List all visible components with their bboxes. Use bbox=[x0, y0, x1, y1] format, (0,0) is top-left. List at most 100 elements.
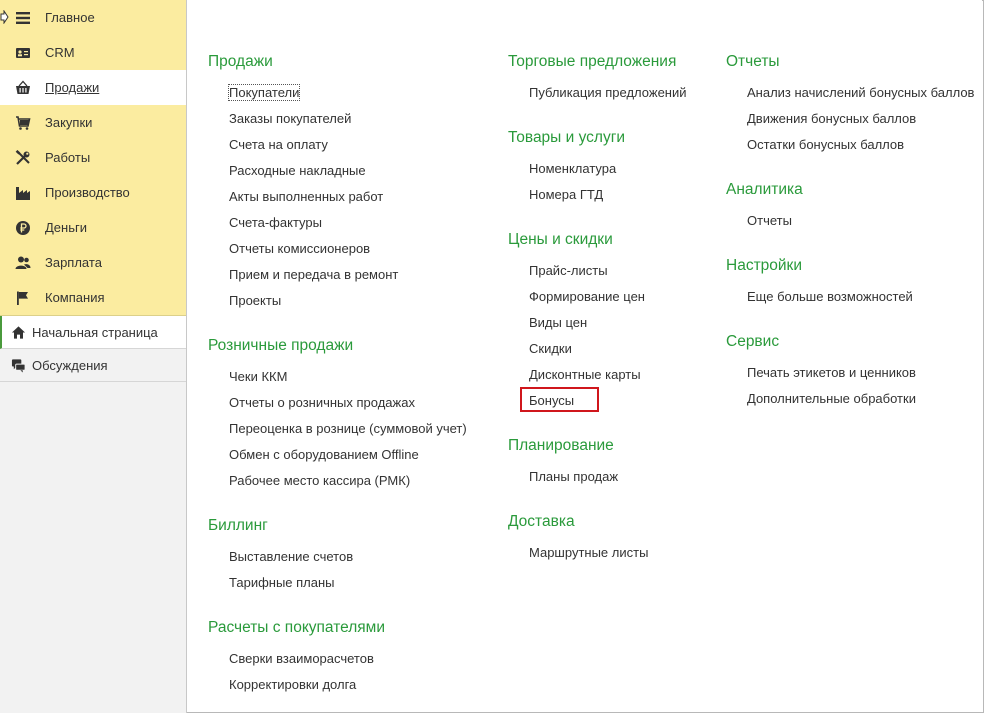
link-text: Акты выполненных работ bbox=[229, 189, 384, 204]
link-kkm-receipts[interactable]: Чеки ККМ bbox=[208, 364, 467, 390]
home-icon bbox=[10, 324, 26, 340]
link-text: Прайс-листы bbox=[529, 263, 608, 278]
link-text: Движения бонусных баллов bbox=[747, 111, 917, 126]
link-tax-invoices[interactable]: Счета-фактуры bbox=[208, 210, 467, 236]
group-delivery: Доставка Маршрутные листы bbox=[508, 512, 687, 566]
factory-icon bbox=[14, 184, 32, 202]
link-text: Дополнительные обработки bbox=[747, 391, 916, 406]
section-purchases[interactable]: Закупки bbox=[0, 105, 186, 140]
link-text: Номенклатура bbox=[529, 161, 617, 176]
group-title[interactable]: Розничные продажи bbox=[208, 336, 467, 356]
link-work-acts[interactable]: Акты выполненных работ bbox=[208, 184, 467, 210]
section-works[interactable]: Работы bbox=[0, 140, 186, 175]
link-analytics-reports[interactable]: Отчеты bbox=[726, 208, 974, 234]
nav-label: Начальная страница bbox=[32, 324, 158, 340]
link-bonus-accrual-analysis[interactable]: Анализ начислений бонусных баллов bbox=[726, 80, 974, 106]
link-text: Виды цен bbox=[529, 315, 588, 330]
group-title[interactable]: Планирование bbox=[508, 436, 687, 456]
content-column-2: Торговые предложения Публикация предложе… bbox=[508, 52, 687, 588]
link-more-features[interactable]: Еще больше возможностей bbox=[726, 284, 974, 310]
section-sales[interactable]: Продажи bbox=[0, 70, 186, 105]
nav-discussions[interactable]: Обсуждения bbox=[0, 349, 186, 382]
link-debt-adjustments[interactable]: Корректировки долга bbox=[208, 672, 467, 698]
link-text: Еще больше возможностей bbox=[747, 289, 913, 304]
group-title[interactable]: Настройки bbox=[726, 256, 974, 276]
link-text: Тарифные планы bbox=[229, 575, 335, 590]
link-retail-sales-reports[interactable]: Отчеты о розничных продажах bbox=[208, 390, 467, 416]
group-title[interactable]: Торговые предложения bbox=[508, 52, 687, 72]
group-service: Сервис Печать этикетов и ценников Дополн… bbox=[726, 332, 974, 412]
group-title[interactable]: Биллинг bbox=[208, 516, 467, 536]
link-text: Маршрутные листы bbox=[529, 545, 649, 560]
group-trade-offers: Торговые предложения Публикация предложе… bbox=[508, 52, 687, 106]
link-retail-revaluation[interactable]: Переоценка в рознице (суммовой учет) bbox=[208, 416, 467, 442]
group-title[interactable]: Отчеты bbox=[726, 52, 974, 72]
link-customer-orders[interactable]: Заказы покупателей bbox=[208, 106, 467, 132]
group-title[interactable]: Расчеты с покупателями bbox=[208, 618, 467, 638]
sections-panel: Главное CRM Продажи Закупки Работы Произ… bbox=[0, 0, 186, 316]
nav-home-page[interactable]: Начальная страница bbox=[0, 316, 186, 349]
section-main[interactable]: Главное bbox=[0, 0, 186, 35]
link-label-printing[interactable]: Печать этикетов и ценников bbox=[726, 360, 974, 386]
link-projects[interactable]: Проекты bbox=[208, 288, 467, 314]
section-label: Производство bbox=[45, 185, 130, 200]
section-company[interactable]: Компания bbox=[0, 280, 186, 315]
group-title[interactable]: Продажи bbox=[208, 52, 467, 72]
link-route-sheets[interactable]: Маршрутные листы bbox=[508, 540, 687, 566]
group-title[interactable]: Доставка bbox=[508, 512, 687, 532]
link-bonus-balances[interactable]: Остатки бонусных баллов bbox=[726, 132, 974, 158]
link-bonuses[interactable]: Бонусы bbox=[508, 387, 687, 414]
link-nomenclature[interactable]: Номенклатура bbox=[508, 156, 687, 182]
section-label: Продажи bbox=[45, 80, 100, 95]
section-production[interactable]: Производство bbox=[0, 175, 186, 210]
group-analytics: Аналитика Отчеты bbox=[726, 180, 974, 234]
link-additional-processing[interactable]: Дополнительные обработки bbox=[726, 386, 974, 412]
link-commission-reports[interactable]: Отчеты комиссионеров bbox=[208, 236, 467, 262]
link-sales-plans[interactable]: Планы продаж bbox=[508, 464, 687, 490]
section-crm[interactable]: CRM bbox=[0, 35, 186, 70]
link-publish-offers[interactable]: Публикация предложений bbox=[508, 80, 687, 106]
contact-card-icon bbox=[14, 44, 32, 62]
link-text: Отчеты bbox=[747, 213, 792, 228]
group-title[interactable]: Товары и услуги bbox=[508, 128, 687, 148]
link-text: Планы продаж bbox=[529, 469, 619, 484]
link-text: Чеки ККМ bbox=[229, 369, 288, 384]
link-issue-invoices[interactable]: Выставление счетов bbox=[208, 544, 467, 570]
nav-label: Обсуждения bbox=[32, 357, 108, 373]
link-text: Печать этикетов и ценников bbox=[747, 365, 916, 380]
link-text: Счета на оплату bbox=[229, 137, 328, 152]
link-repair-handover[interactable]: Прием и передача в ремонт bbox=[208, 262, 467, 288]
menu-lines-icon bbox=[14, 9, 32, 27]
link-text: Прием и передача в ремонт bbox=[229, 267, 399, 282]
link-customers[interactable]: Покупатели bbox=[208, 80, 467, 106]
group-planning: Планирование Планы продаж bbox=[508, 436, 687, 490]
section-money[interactable]: Деньги bbox=[0, 210, 186, 245]
link-price-types[interactable]: Виды цен bbox=[508, 310, 687, 336]
link-delivery-notes[interactable]: Расходные накладные bbox=[208, 158, 467, 184]
link-text: Проекты bbox=[229, 293, 282, 308]
link-text: Дисконтные карты bbox=[529, 367, 641, 382]
link-text: Формирование цен bbox=[529, 289, 645, 304]
section-salary[interactable]: Зарплата bbox=[0, 245, 186, 280]
section-label: Зарплата bbox=[45, 255, 102, 270]
group-title[interactable]: Аналитика bbox=[726, 180, 974, 200]
link-gtd-numbers[interactable]: Номера ГТД bbox=[508, 182, 687, 208]
link-tariff-plans[interactable]: Тарифные планы bbox=[208, 570, 467, 596]
link-reconciliations[interactable]: Сверки взаиморасчетов bbox=[208, 646, 467, 672]
link-invoices-for-payment[interactable]: Счета на оплату bbox=[208, 132, 467, 158]
link-cashier-workplace[interactable]: Рабочее место кассира (РМК) bbox=[208, 468, 467, 494]
current-arrow-icon bbox=[0, 10, 9, 24]
link-discounts[interactable]: Скидки bbox=[508, 336, 687, 362]
link-bonus-movements[interactable]: Движения бонусных баллов bbox=[726, 106, 974, 132]
link-price-formation[interactable]: Формирование цен bbox=[508, 284, 687, 310]
section-label: Главное bbox=[45, 10, 95, 25]
group-title[interactable]: Цены и скидки bbox=[508, 230, 687, 250]
link-price-lists[interactable]: Прайс-листы bbox=[508, 258, 687, 284]
link-discount-cards[interactable]: Дисконтные карты bbox=[508, 362, 687, 388]
link-offline-exchange[interactable]: Обмен с оборудованием Offline bbox=[208, 442, 467, 468]
group-customer-settlements: Расчеты с покупателями Сверки взаиморасч… bbox=[208, 618, 467, 698]
link-text: Счета-фактуры bbox=[229, 215, 322, 230]
link-text: Обмен с оборудованием Offline bbox=[229, 447, 419, 462]
link-text: Покупатели bbox=[227, 84, 301, 101]
group-title[interactable]: Сервис bbox=[726, 332, 974, 352]
